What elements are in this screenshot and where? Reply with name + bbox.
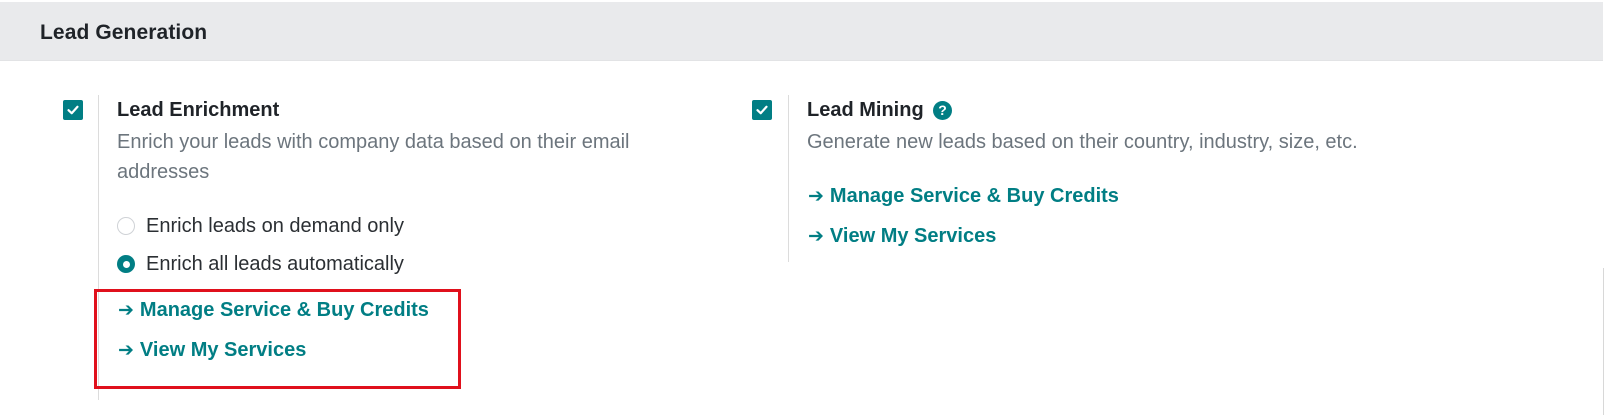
radio-button-selected[interactable] (117, 255, 135, 273)
lead-enrichment-title: Lead Enrichment (117, 99, 280, 121)
link-label: Manage Service & Buy Credits (829, 185, 1119, 207)
lead-mining-title: Lead Mining (807, 99, 924, 121)
lead-enrichment-description: Enrich your leads with company data base… (117, 131, 630, 183)
arrow-right-icon: ➔ (808, 225, 824, 247)
question-circle-icon[interactable]: ? (933, 101, 952, 120)
arrow-right-icon: ➔ (808, 185, 824, 207)
radio-label: Enrich leads on demand only (146, 214, 404, 237)
check-icon (756, 105, 768, 115)
radio-enrich-on-demand[interactable]: Enrich leads on demand only (117, 213, 404, 239)
highlight-box (94, 289, 461, 389)
lead-mining-checkbox[interactable] (752, 100, 772, 120)
lead-enrichment-checkbox[interactable] (63, 100, 83, 120)
view-services-link[interactable]: ➔ View My Services (808, 225, 996, 248)
radio-enrich-automatically[interactable]: Enrich all leads automatically (117, 251, 404, 277)
section-title: Lead Generation (40, 21, 208, 44)
lead-mining-description: Generate new leads based on their countr… (807, 131, 1358, 153)
scrollbar-edge (1603, 268, 1604, 415)
section-header: Lead Generation (0, 2, 1603, 61)
radio-label: Enrich all leads automatically (146, 252, 404, 275)
link-label: View My Services (829, 225, 997, 247)
manage-service-link[interactable]: ➔ Manage Service & Buy Credits (808, 185, 1119, 208)
check-icon (67, 105, 79, 115)
radio-button[interactable] (117, 217, 135, 235)
setting-divider (788, 95, 789, 262)
